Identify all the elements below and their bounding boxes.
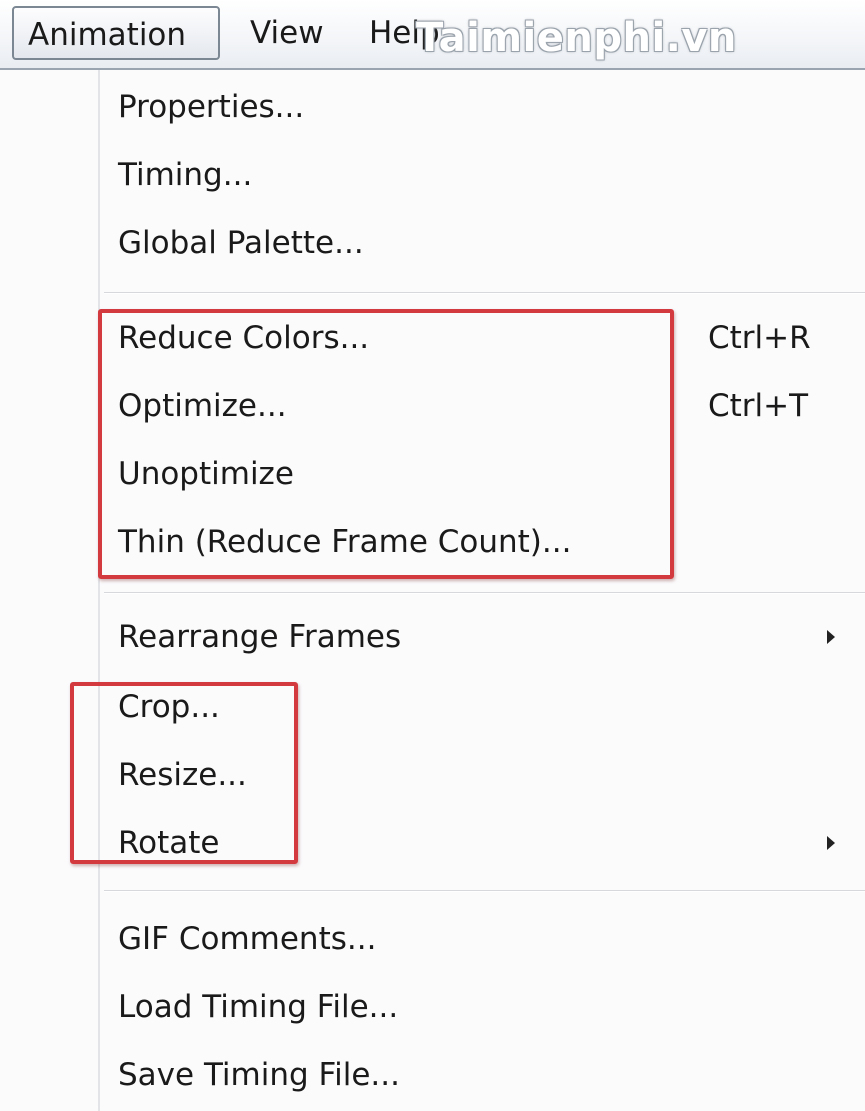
menu-item-label: Properties... <box>118 89 305 125</box>
menu-animation[interactable]: Animation <box>12 6 220 60</box>
highlight-box-optimization-group <box>98 309 674 579</box>
animation-dropdown: Properties... Timing... Global Palette..… <box>0 70 865 1111</box>
menu-view[interactable]: View <box>236 6 338 60</box>
menu-item-shortcut: Ctrl+T <box>708 388 809 424</box>
menu-item-rearrange-frames[interactable]: Rearrange Frames <box>100 606 865 668</box>
menu-item-timing[interactable]: Timing... <box>100 144 865 206</box>
menu-separator <box>104 592 865 594</box>
menu-item-label: Global Palette... <box>118 225 364 261</box>
menu-separator <box>104 292 865 294</box>
menu-item-label: GIF Comments... <box>118 921 377 957</box>
menu-item-load-timing-file[interactable]: Load Timing File... <box>100 976 865 1038</box>
menu-item-properties[interactable]: Properties... <box>100 76 865 138</box>
menu-item-save-timing-file[interactable]: Save Timing File... <box>100 1044 865 1106</box>
highlight-box-transform-group <box>70 682 298 864</box>
menu-item-shortcut: Ctrl+R <box>708 320 811 356</box>
menu-item-global-palette[interactable]: Global Palette... <box>100 212 865 274</box>
menu-separator <box>104 890 865 892</box>
menu-item-label: Timing... <box>118 157 253 193</box>
watermark-logo: Taimienphi.vn <box>416 15 737 61</box>
menu-item-label: Rearrange Frames <box>118 619 402 655</box>
menu-bar: Animation View Help Taimienphi.vn <box>0 0 865 70</box>
menu-item-gif-comments[interactable]: GIF Comments... <box>100 908 865 970</box>
triangle-right-icon <box>827 630 835 644</box>
triangle-right-icon <box>827 836 835 850</box>
menu-item-label: Save Timing File... <box>118 1057 400 1093</box>
menu-item-label: Load Timing File... <box>118 989 399 1025</box>
